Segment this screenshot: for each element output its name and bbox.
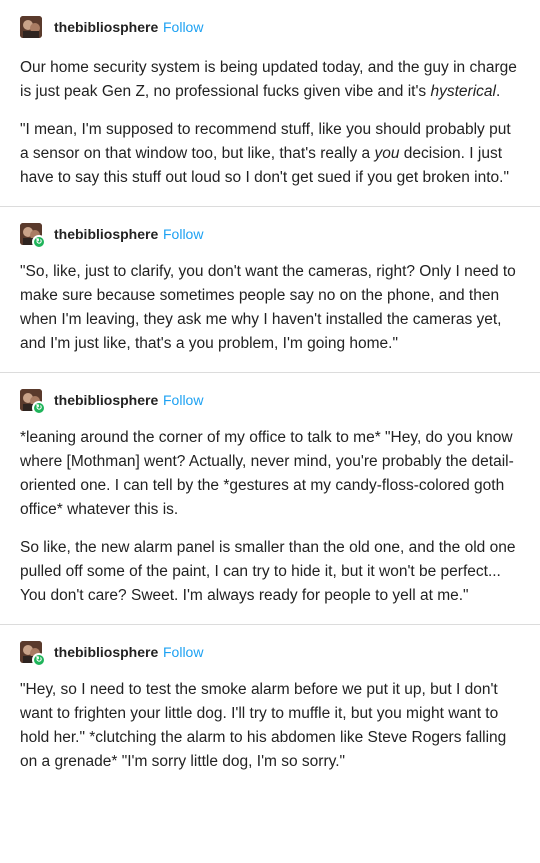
post-body: *leaning around the corner of my office … xyxy=(0,426,540,608)
paragraph: Our home security system is being update… xyxy=(20,59,517,100)
blog-name[interactable]: thebibliosphere xyxy=(54,226,158,242)
paragraph: *leaning around the corner of my office … xyxy=(20,429,514,518)
avatar[interactable] xyxy=(20,16,42,38)
post-header: ↻ thebibliosphere Follow xyxy=(0,389,540,415)
paragraph: "So, like, just to clarify, you don't wa… xyxy=(20,263,516,352)
post-2: ↻ thebibliosphere Follow "So, like, just… xyxy=(0,207,540,356)
follow-button[interactable]: Follow xyxy=(163,644,203,660)
post-body: Our home security system is being update… xyxy=(0,56,540,190)
paragraph: "I mean, I'm supposed to recommend stuff… xyxy=(20,121,511,186)
post-body: "So, like, just to clarify, you don't wa… xyxy=(0,260,540,356)
post-body: "Hey, so I need to test the smoke alarm … xyxy=(0,678,540,774)
follow-button[interactable]: Follow xyxy=(163,19,203,35)
post-1: thebibliosphere Follow Our home security… xyxy=(0,0,540,190)
follow-button[interactable]: Follow xyxy=(163,226,203,242)
reblog-badge-icon: ↻ xyxy=(32,653,46,667)
post-header: ↻ thebibliosphere Follow xyxy=(0,641,540,667)
reblog-badge-icon: ↻ xyxy=(32,235,46,249)
post-header: thebibliosphere Follow xyxy=(0,16,540,38)
follow-button[interactable]: Follow xyxy=(163,392,203,408)
avatar-image-icon xyxy=(20,16,42,38)
post-header: ↻ thebibliosphere Follow xyxy=(0,223,540,249)
post-4: ↻ thebibliosphere Follow "Hey, so I need… xyxy=(0,625,540,774)
paragraph: "Hey, so I need to test the smoke alarm … xyxy=(20,681,507,770)
reblog-badge-icon: ↻ xyxy=(32,401,46,415)
paragraph: So like, the new alarm panel is smaller … xyxy=(20,539,516,604)
post-3: ↻ thebibliosphere Follow *leaning around… xyxy=(0,373,540,608)
blog-name[interactable]: thebibliosphere xyxy=(54,392,158,408)
blog-name[interactable]: thebibliosphere xyxy=(54,19,158,35)
blog-name[interactable]: thebibliosphere xyxy=(54,644,158,660)
